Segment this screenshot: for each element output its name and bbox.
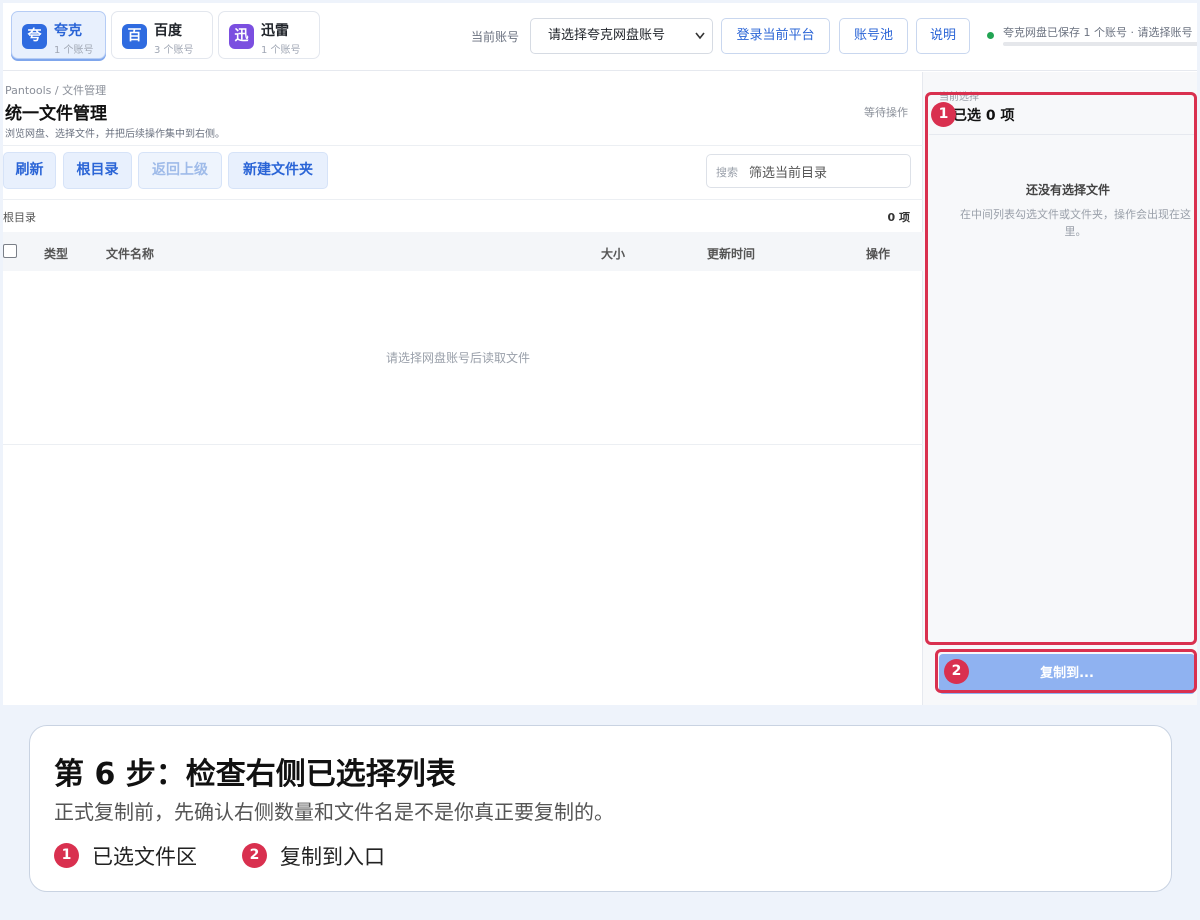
- step-badge-1: 1: [931, 102, 956, 127]
- account-select[interactable]: 请选择夸克网盘账号: [530, 18, 713, 54]
- app-window: 夸 夸克 1 个账号 百 百度 3 个账号 迅 迅雷 1 个账号 当前账号 请选…: [3, 3, 1197, 705]
- new-folder-button[interactable]: 新建文件夹: [228, 152, 328, 189]
- breadcrumb: Pantools / 文件管理: [5, 84, 107, 97]
- top-bar: 夸 夸克 1 个账号 百 百度 3 个账号 迅 迅雷 1 个账号 当前账号 请选…: [3, 3, 1197, 71]
- column-action: 操作: [866, 247, 891, 261]
- highlight-copy-button: [935, 649, 1197, 693]
- root-dir-button[interactable]: 根目录: [63, 152, 132, 189]
- refresh-button[interactable]: 刷新: [3, 152, 56, 189]
- account-select-value: 请选择夸克网盘账号: [548, 28, 666, 43]
- account-pool-button[interactable]: 账号池: [839, 18, 908, 54]
- legend-label-2: 复制到入口: [280, 845, 385, 869]
- highlight-selected-files: [925, 92, 1197, 645]
- table-header: 类型 文件名称 大小 更新时间 操作: [3, 232, 923, 271]
- platform-name: 百度: [154, 23, 182, 39]
- help-button[interactable]: 说明: [916, 18, 970, 54]
- step-caption-card: 第 6 步：检查右侧已选择列表 正式复制前，先确认右侧数量和文件名是不是你真正要…: [29, 725, 1172, 892]
- legend-badge-2: 2: [242, 843, 267, 868]
- operation-status: 等待操作: [864, 106, 908, 119]
- legend-badge-1: 1: [54, 843, 79, 868]
- quark-icon: 夸: [22, 24, 47, 49]
- platform-tab-xunlei[interactable]: 迅 迅雷 1 个账号: [218, 11, 320, 59]
- step-description: 正式复制前，先确认右侧数量和文件名是不是你真正要复制的。: [54, 800, 614, 824]
- status-dot-icon: [987, 32, 994, 39]
- account-label: 当前账号: [471, 30, 520, 44]
- empty-state-text: 请选择网盘账号后读取文件: [385, 351, 530, 365]
- column-updated: 更新时间: [707, 247, 756, 261]
- divider: [3, 199, 923, 200]
- search-input[interactable]: 搜索 筛选当前目录: [706, 154, 911, 188]
- platform-name: 夸克: [54, 23, 82, 39]
- chevron-down-icon: [694, 19, 706, 66]
- search-label: 搜索: [716, 166, 738, 179]
- empty-file-list: 请选择网盘账号后读取文件: [3, 271, 923, 445]
- status-progress-track: [1003, 42, 1197, 46]
- baidu-icon: 百: [122, 24, 147, 49]
- platform-account-count: 3 个账号: [154, 45, 194, 56]
- step-badge-2: 2: [944, 659, 969, 684]
- legend-label-1: 已选文件区: [92, 845, 197, 869]
- item-count: 0 项: [887, 211, 910, 224]
- page-title: 统一文件管理: [5, 104, 107, 124]
- login-platform-button[interactable]: 登录当前平台: [721, 18, 830, 54]
- page-subtitle: 浏览网盘、选择文件，并把后续操作集中到右侧。: [5, 129, 225, 140]
- column-type: 类型: [44, 247, 69, 261]
- column-name: 文件名称: [106, 247, 155, 261]
- platform-account-count: 1 个账号: [54, 45, 94, 56]
- column-size: 大小: [601, 247, 626, 261]
- platform-tab-baidu[interactable]: 百 百度 3 个账号: [111, 11, 213, 59]
- xunlei-icon: 迅: [229, 24, 254, 49]
- platform-tab-quark[interactable]: 夸 夸克 1 个账号: [11, 11, 106, 59]
- status-text: 夸克网盘已保存 1 个账号 · 请选择账号: [1003, 26, 1193, 39]
- current-path: 根目录: [3, 211, 36, 224]
- search-placeholder: 筛选当前目录: [749, 166, 828, 181]
- file-manager-panel: Pantools / 文件管理 统一文件管理 浏览网盘、选择文件，并把后续操作集…: [3, 72, 923, 705]
- platform-name: 迅雷: [261, 23, 289, 39]
- go-up-button[interactable]: 返回上级: [138, 152, 222, 189]
- divider: [3, 145, 923, 146]
- step-title: 第 6 步：检查右侧已选择列表: [54, 757, 456, 792]
- platform-account-count: 1 个账号: [261, 45, 301, 56]
- select-all-checkbox[interactable]: [3, 244, 17, 258]
